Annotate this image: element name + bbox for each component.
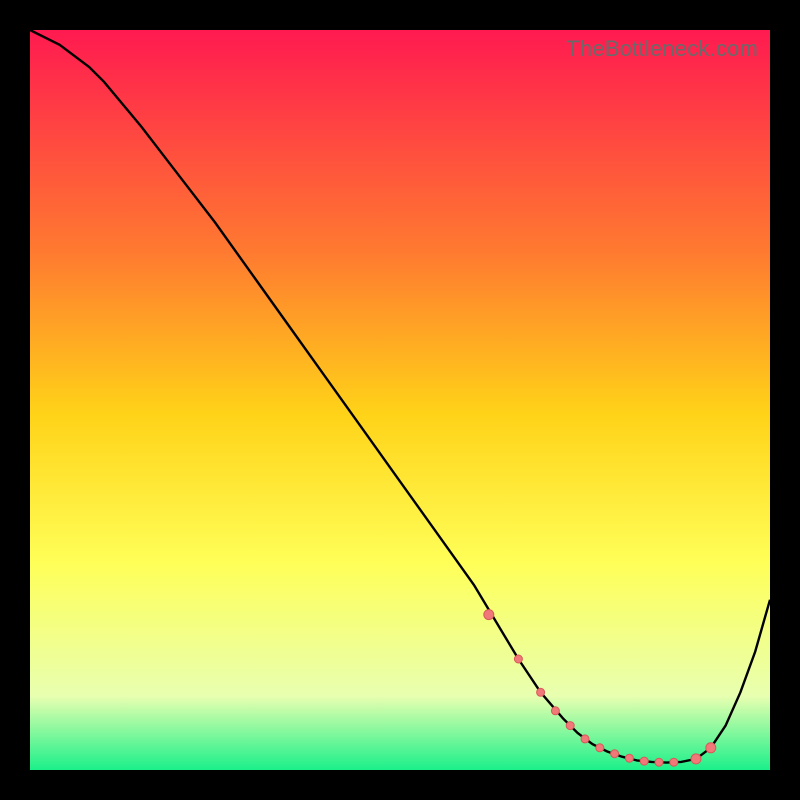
curve-marker: [537, 688, 545, 696]
curve-marker: [581, 735, 589, 743]
chart-frame: TheBottleneck.com: [30, 30, 770, 770]
curve-marker: [514, 655, 522, 663]
bottleneck-chart: [30, 30, 770, 770]
curve-marker: [484, 610, 494, 620]
curve-marker: [611, 750, 619, 758]
curve-marker: [625, 754, 633, 762]
gradient-background: [30, 30, 770, 770]
curve-marker: [655, 758, 663, 766]
curve-marker: [706, 743, 716, 753]
curve-marker: [691, 754, 701, 764]
watermark-text: TheBottleneck.com: [566, 36, 758, 62]
curve-marker: [670, 758, 678, 766]
curve-marker: [551, 707, 559, 715]
curve-marker: [596, 744, 604, 752]
curve-marker: [640, 757, 648, 765]
curve-marker: [566, 722, 574, 730]
